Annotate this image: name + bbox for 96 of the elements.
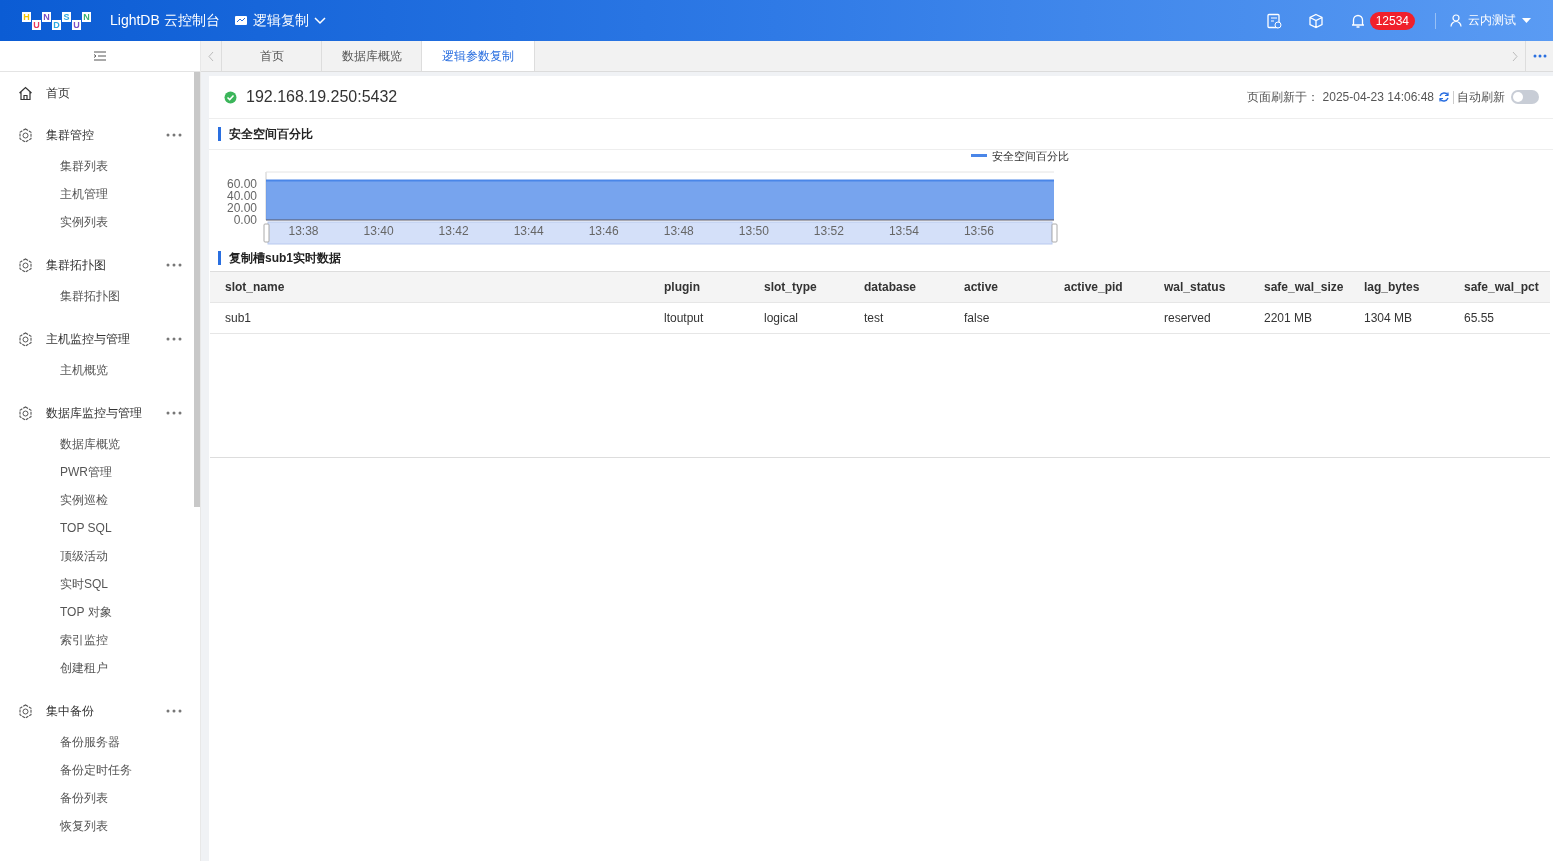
menu-group[interactable]: 集群管控 — [0, 120, 194, 150]
x-tick-label: 13:50 — [738, 224, 770, 238]
hexagon-icon — [18, 703, 33, 719]
notification-badge: 12534 — [1369, 11, 1415, 30]
submenu-item[interactable]: 创建租户 — [0, 654, 194, 682]
auto-refresh-switch[interactable] — [1511, 90, 1539, 104]
submenu-item[interactable]: 索引监控 — [0, 626, 194, 654]
table-cell-text: 1304 MB — [1363, 311, 1414, 325]
table-cell-text: ltoutput — [663, 311, 705, 325]
cube-icon[interactable] — [1307, 12, 1324, 29]
more-icon[interactable] — [166, 337, 182, 341]
column-header: database — [863, 280, 918, 294]
refresh-time: 2025-04-23 14:06:48 — [1322, 90, 1434, 104]
check-circle-icon — [224, 90, 237, 104]
refresh-time-label: 页面刷新于： — [1246, 88, 1319, 106]
x-tick-label: 13:54 — [888, 224, 920, 238]
table-cell-text: logical — [763, 311, 800, 325]
bell-icon[interactable] — [1349, 12, 1366, 29]
x-tick-label: 13:46 — [588, 224, 620, 238]
y-tick-label: 20.00 — [226, 201, 258, 215]
table-cell-text: false — [963, 311, 991, 325]
monitor-icon — [233, 14, 248, 27]
y-tick-label: 60.00 — [226, 177, 258, 191]
column-header: slot_name — [224, 280, 286, 294]
x-tick-label: 13:52 — [813, 224, 845, 238]
submenu-item[interactable]: 备份定时任务 — [0, 756, 194, 784]
menu-group[interactable]: 集中备份 — [0, 696, 194, 726]
y-tick-label: 40.00 — [226, 189, 258, 203]
table-cell-text: 2201 MB — [1263, 311, 1314, 325]
more-icon[interactable] — [1532, 54, 1547, 58]
submenu-item[interactable]: 主机概览 — [0, 356, 194, 384]
home-icon — [18, 85, 33, 101]
chevron-down-icon — [313, 16, 326, 25]
auto-refresh-label: 自动刷新 — [1457, 88, 1505, 106]
column-header: wal_status — [1163, 280, 1227, 294]
column-header: plugin — [663, 280, 701, 294]
column-header: active — [963, 280, 1000, 294]
table-cell-text: sub1 — [224, 311, 253, 325]
submenu-item[interactable]: 实例巡检 — [0, 486, 194, 514]
user-icon — [1450, 14, 1462, 27]
x-tick-label: 13:56 — [963, 224, 995, 238]
column-header: slot_type — [763, 280, 818, 294]
table-cell-text: reserved — [1163, 311, 1212, 325]
submenu-item[interactable]: 恢复列表 — [0, 812, 194, 840]
section-title: 复制槽sub1实时数据 — [229, 249, 341, 267]
slider-handle[interactable] — [263, 223, 270, 243]
legend-label: 安全空间百分比 — [992, 150, 1069, 162]
tab[interactable]: 逻辑参数复制 — [421, 41, 535, 71]
submenu-item[interactable]: 备份列表 — [0, 784, 194, 812]
more-icon[interactable] — [166, 133, 182, 137]
submenu-item[interactable]: 实例列表 — [0, 208, 194, 236]
menu-item[interactable]: 首页 — [0, 78, 194, 108]
more-icon[interactable] — [166, 411, 182, 415]
app-title: LightDB 云控制台 — [110, 11, 220, 30]
y-axis — [226, 171, 267, 227]
submenu-item[interactable]: 集群列表 — [0, 152, 194, 180]
menu-group[interactable]: 集群拓扑图 — [0, 250, 194, 280]
y-tick-label: 0.00 — [233, 213, 258, 227]
zoom-slider[interactable] — [267, 221, 1053, 245]
table-cell-text: 65.55 — [1463, 311, 1496, 325]
x-tick-label: 13:40 — [363, 224, 394, 238]
table-cell-text: test — [863, 311, 885, 325]
submenu-item[interactable]: 备份服务器 — [0, 728, 194, 756]
submenu-item[interactable]: TOP 对象 — [0, 598, 194, 626]
menu-group[interactable]: 数据库监控与管理 — [0, 398, 194, 428]
submenu-item[interactable]: PWR管理 — [0, 458, 194, 486]
menu-group[interactable]: 主机监控与管理 — [0, 324, 194, 354]
caret-down-icon — [1522, 17, 1531, 24]
document-clock-icon[interactable] — [1265, 12, 1282, 29]
submenu-item[interactable]: 顶级活动 — [0, 542, 194, 570]
submenu-item[interactable]: 主机管理 — [0, 180, 194, 208]
column-header: lag_bytes — [1363, 280, 1421, 294]
more-icon[interactable] — [166, 709, 182, 713]
x-tick-label: 13:44 — [513, 224, 545, 238]
hexagon-icon — [18, 405, 33, 421]
submenu-item[interactable]: TOP SQL — [0, 514, 194, 542]
x-tick-label: 13:42 — [438, 224, 469, 238]
module-dropdown[interactable]: 逻辑复制 — [233, 11, 326, 30]
section-title: 安全空间百分比 — [229, 125, 313, 143]
submenu-item[interactable]: 集群拓扑图 — [0, 282, 194, 310]
chart-legend: 安全空间百分比 — [971, 150, 1069, 162]
column-header: safe_wal_size — [1263, 280, 1345, 294]
more-icon[interactable] — [166, 263, 182, 267]
hexagon-icon — [18, 257, 33, 273]
refresh-icon[interactable] — [1438, 91, 1450, 103]
instance-address: 192.168.19.250:5432 — [246, 88, 398, 106]
column-header: safe_wal_pct — [1463, 280, 1540, 294]
x-tick-label: 13:38 — [288, 224, 319, 238]
submenu-item[interactable]: 数据库概览 — [0, 430, 194, 458]
slider-handle[interactable] — [1051, 223, 1058, 243]
hexagon-icon — [18, 331, 33, 347]
column-header: active_pid — [1063, 280, 1124, 294]
x-tick-label: 13:48 — [663, 224, 695, 238]
submenu-item[interactable]: 实时SQL — [0, 570, 194, 598]
hexagon-icon — [18, 127, 33, 143]
collapse-menu-icon[interactable] — [93, 50, 107, 62]
